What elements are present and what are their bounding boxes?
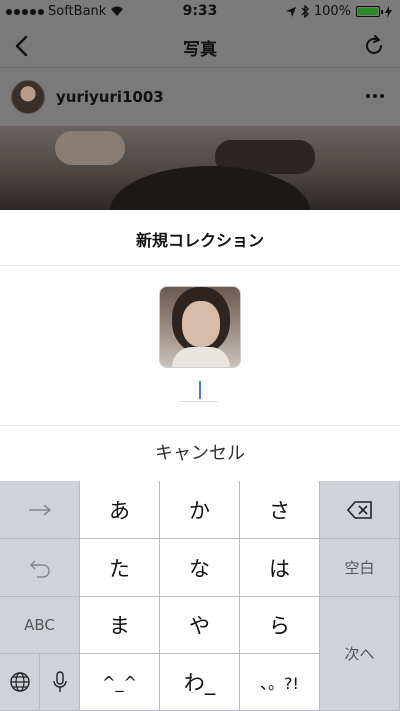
key-wa[interactable]: わ_	[160, 654, 240, 711]
status-bar: SoftBank 9:33 100%	[0, 0, 400, 24]
page-title: 写真	[183, 40, 217, 60]
dialog-title: 新規コレクション	[135, 231, 264, 250]
status-right-group: 100%	[285, 4, 392, 19]
charging-icon	[385, 5, 392, 18]
globe-icon	[9, 672, 30, 692]
backspace-icon	[346, 500, 372, 519]
key-ka[interactable]: か	[160, 481, 240, 539]
next-key[interactable]: 次へ	[320, 597, 400, 711]
divider	[0, 265, 400, 266]
delete-key[interactable]	[320, 481, 400, 539]
key-a[interactable]: あ	[80, 481, 160, 539]
japanese-keyboard: あ か さ た な は 空白 ABC ま や ら 次へ ^_^ わ_ 、。?!	[0, 481, 400, 711]
new-collection-dialog: 新規コレクション キャンセル	[0, 210, 400, 481]
collection-cover-thumbnail	[159, 286, 241, 368]
arrow-right-icon	[28, 503, 51, 516]
key-ha[interactable]: は	[240, 539, 320, 597]
key-na[interactable]: な	[160, 539, 240, 597]
post-username[interactable]: yuriyuri1003	[56, 88, 164, 106]
globe-key[interactable]	[0, 654, 40, 711]
key-ra[interactable]: ら	[240, 597, 320, 654]
undo-icon	[29, 559, 50, 578]
space-key[interactable]: 空白	[320, 539, 400, 597]
key-sa[interactable]: さ	[240, 481, 320, 539]
key-ya[interactable]: や	[160, 597, 240, 654]
arrow-right-key[interactable]	[0, 481, 80, 539]
location-arrow-icon	[285, 6, 296, 17]
key-ta[interactable]: た	[80, 539, 160, 597]
abc-key[interactable]: ABC	[0, 597, 80, 654]
text-cursor	[199, 381, 201, 399]
cancel-button[interactable]: キャンセル	[0, 426, 400, 481]
key-punctuation[interactable]: 、。?!	[240, 654, 320, 711]
post-header: yuriyuri1003	[0, 68, 400, 126]
undo-key[interactable]	[0, 539, 80, 597]
dictation-key[interactable]	[40, 654, 80, 711]
battery-percent: 100%	[313, 4, 351, 19]
refresh-icon[interactable]	[362, 34, 386, 58]
bluetooth-icon	[301, 5, 309, 18]
battery-icon	[356, 6, 383, 17]
key-emoticon[interactable]: ^_^	[80, 654, 160, 711]
post-photo	[0, 126, 400, 210]
navigation-bar: 写真	[0, 24, 400, 68]
microphone-icon	[52, 671, 67, 692]
key-ma[interactable]: ま	[80, 597, 160, 654]
more-options-icon[interactable]	[366, 94, 384, 98]
avatar[interactable]	[11, 80, 45, 114]
